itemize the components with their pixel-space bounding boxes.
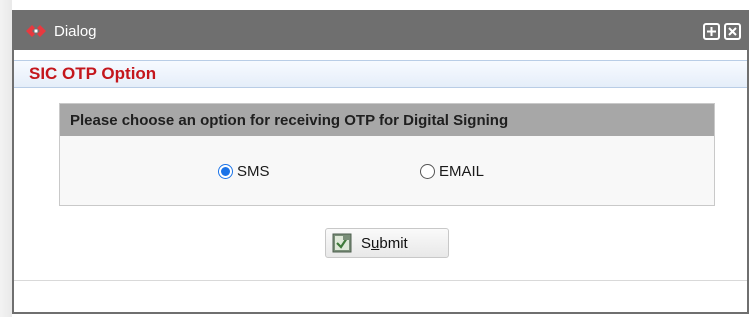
email-radio-button[interactable]	[420, 164, 435, 179]
section-header: SIC OTP Option	[14, 60, 747, 88]
dialog-titlebar[interactable]: Dialog	[14, 12, 747, 50]
submit-label-suffix: bmit	[379, 234, 408, 252]
submit-label: Submit	[361, 235, 408, 252]
dialog-title: Dialog	[54, 22, 97, 40]
dialog-window: Dialog SIC OTP Option Please choose an o…	[12, 10, 749, 314]
panel-header: Please choose an option for receiving OT…	[60, 104, 714, 136]
email-radio-label: EMAIL	[439, 163, 485, 180]
maximize-icon[interactable]	[703, 22, 720, 40]
radio-group: SMS EMAIL	[60, 136, 714, 206]
panel-header-text: Please choose an option for receiving OT…	[70, 111, 509, 129]
sms-radio-button[interactable]	[218, 164, 233, 179]
background-strip	[0, 0, 12, 317]
submit-icon	[332, 233, 352, 253]
diamond-logo-icon	[26, 24, 46, 38]
page: Dialog SIC OTP Option Please choose an o…	[0, 0, 751, 317]
radio-option-sms[interactable]: SMS	[218, 163, 270, 180]
close-icon[interactable]	[724, 22, 741, 40]
footer-divider	[14, 280, 747, 281]
sms-radio-label: SMS	[237, 163, 270, 180]
radio-option-email[interactable]: EMAIL	[420, 163, 484, 180]
otp-option-panel: Please choose an option for receiving OT…	[59, 103, 715, 206]
submit-button[interactable]: Submit	[325, 228, 449, 258]
submit-label-prefix: S	[361, 234, 372, 252]
section-title: SIC OTP Option	[29, 64, 157, 83]
